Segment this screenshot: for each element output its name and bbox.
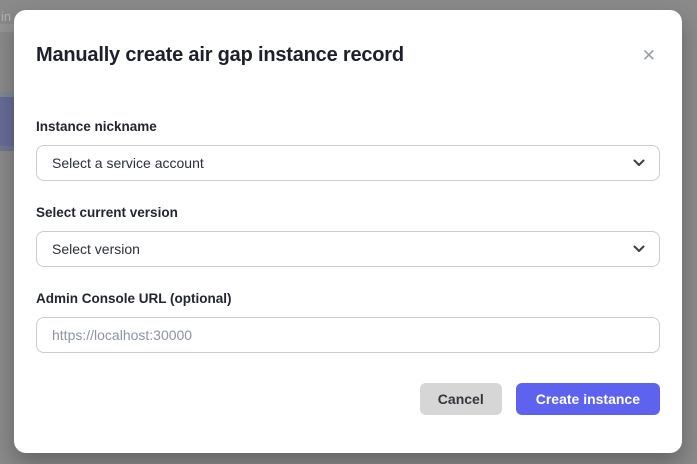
instance-nickname-select-wrap: Select a service account xyxy=(36,145,660,181)
field-group-admin-console-url: Admin Console URL (optional) xyxy=(36,291,660,353)
cancel-button[interactable]: Cancel xyxy=(420,383,502,415)
modal-title: Manually create air gap instance record xyxy=(36,43,404,67)
background-band xyxy=(0,24,14,32)
close-icon: ✕ xyxy=(642,46,656,65)
current-version-label: Select current version xyxy=(36,205,660,221)
current-version-select-wrap: Select version xyxy=(36,231,660,267)
instance-nickname-label: Instance nickname xyxy=(36,119,660,135)
service-account-select[interactable]: Select a service account xyxy=(36,145,660,181)
create-airgap-instance-modal: Manually create air gap instance record … xyxy=(14,10,682,453)
admin-console-url-input-wrap xyxy=(36,317,660,353)
create-instance-button[interactable]: Create instance xyxy=(516,383,660,415)
background-page-text: in xyxy=(1,9,11,24)
version-select[interactable]: Select version xyxy=(36,231,660,267)
background-strip-bottom xyxy=(0,146,14,151)
close-button[interactable]: ✕ xyxy=(638,45,660,66)
field-group-instance-nickname: Instance nickname Select a service accou… xyxy=(36,119,660,181)
admin-console-url-label: Admin Console URL (optional) xyxy=(36,291,660,307)
modal-footer: Cancel Create instance xyxy=(36,383,660,415)
background-sidebar-item xyxy=(0,97,14,146)
admin-console-url-input[interactable] xyxy=(36,317,660,353)
field-group-current-version: Select current version Select version xyxy=(36,205,660,267)
modal-header: Manually create air gap instance record … xyxy=(36,43,660,67)
